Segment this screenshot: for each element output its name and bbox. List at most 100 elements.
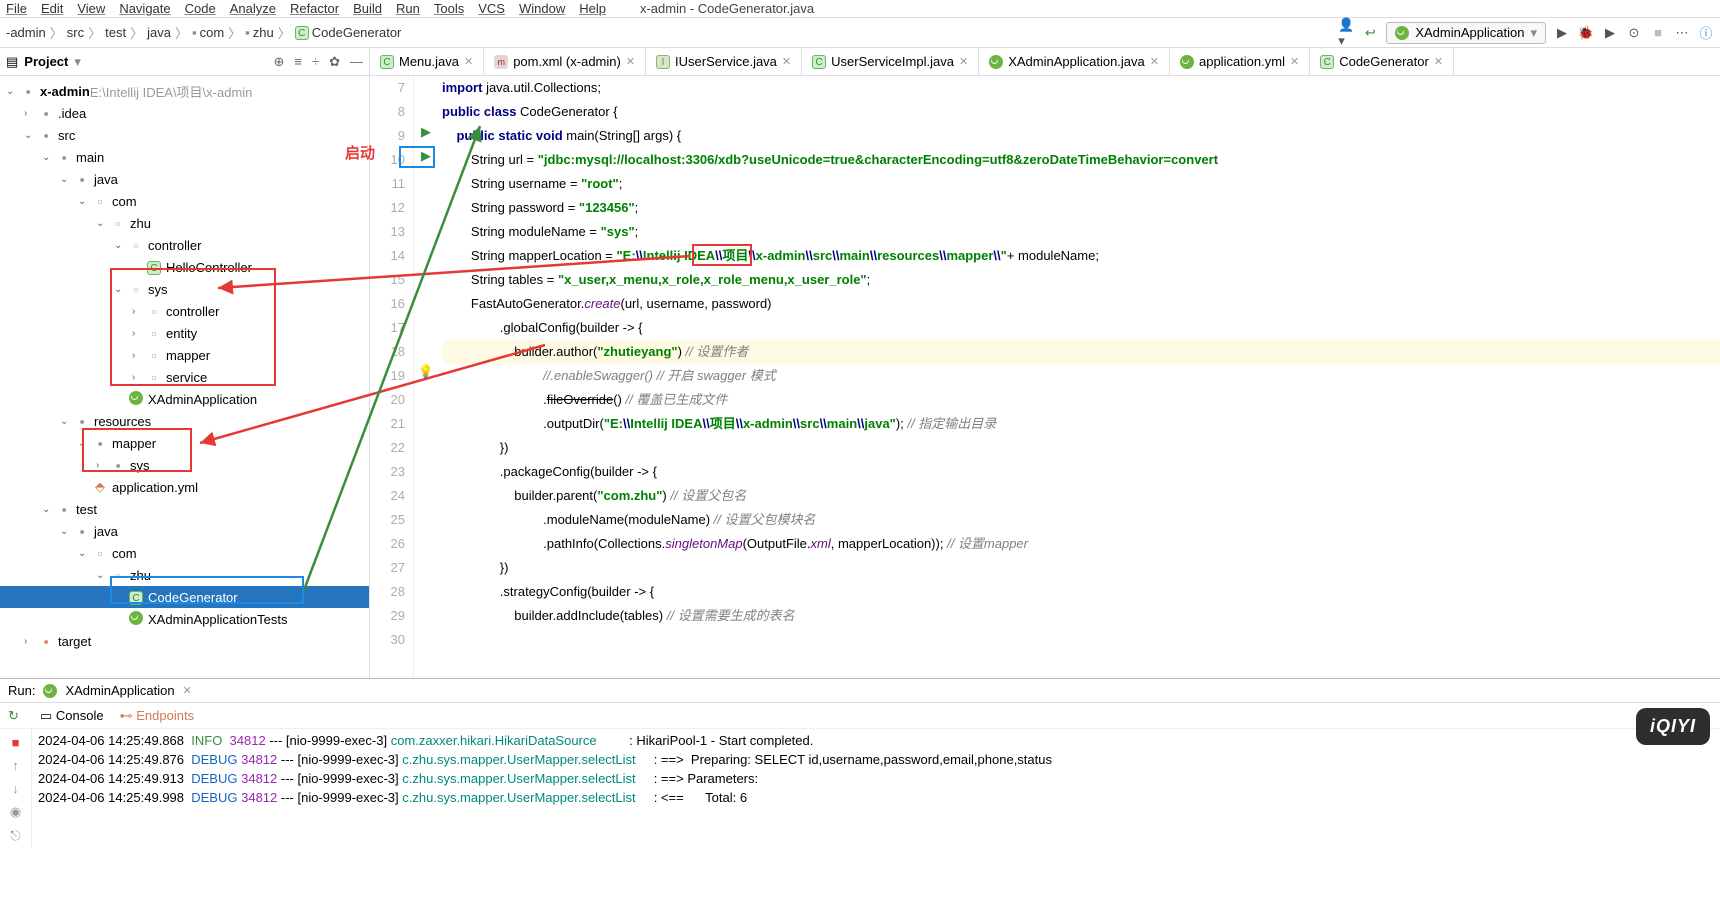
run-title: Run: [8, 683, 35, 698]
topbar: -admin〉src〉test〉java〉▪ com〉▪ zhu〉C CodeG… [0, 18, 1720, 48]
breadcrumb-item[interactable]: test [105, 25, 126, 40]
menu-code[interactable]: Code [185, 1, 216, 16]
menu-window[interactable]: Window [519, 1, 565, 16]
tree-item-mapper[interactable]: ›▫mapper [0, 344, 369, 366]
menu-edit[interactable]: Edit [41, 1, 63, 16]
menu-build[interactable]: Build [353, 1, 382, 16]
editor-tabs[interactable]: CMenu.java✕mpom.xml (x-admin)✕IIUserServ… [370, 48, 1720, 76]
breadcrumb-item[interactable]: java [147, 25, 171, 40]
tree-item-hellocontroller[interactable]: CHelloController [0, 256, 369, 278]
breadcrumb-item[interactable]: C CodeGenerator [295, 25, 402, 40]
collapse-icon[interactable]: ÷ [312, 54, 319, 69]
menubar: File Edit View Navigate Code Analyze Refactor B… [0, 0, 1720, 18]
tree-item-xadminapplicationtests[interactable]: XAdminApplicationTests [0, 608, 369, 630]
console-output[interactable]: 2024-04-06 14:25:49.868 INFO 34812 --- [… [32, 729, 1720, 848]
tree-item-java[interactable]: ⌄▪java [0, 520, 369, 542]
hide-icon[interactable]: — [350, 54, 363, 69]
search-icon[interactable]: ⓘ [1698, 25, 1714, 41]
more-icon[interactable]: ⋯ [1674, 25, 1690, 41]
close-icon[interactable]: ✕ [464, 55, 473, 68]
run-tab-label[interactable]: XAdminApplication [65, 683, 174, 698]
tab-application-yml[interactable]: application.yml✕ [1170, 48, 1310, 75]
select-opened-icon[interactable]: ⊕ [273, 54, 284, 70]
debug-icon[interactable]: 🐞 [1578, 25, 1594, 41]
tree-item-entity[interactable]: ›▫entity [0, 322, 369, 344]
tree-item-codegenerator[interactable]: CCodeGenerator [0, 586, 369, 608]
breadcrumb[interactable]: -admin〉src〉test〉java〉▪ com〉▪ zhu〉C CodeG… [6, 23, 401, 42]
menu-analyze[interactable]: Analyze [230, 1, 276, 16]
breadcrumb-item[interactable]: -admin [6, 25, 46, 40]
tab-menu-java[interactable]: CMenu.java✕ [370, 48, 484, 75]
menu-navigate[interactable]: Navigate [119, 1, 170, 16]
menu-vcs[interactable]: VCS [478, 1, 505, 16]
up-icon[interactable]: ↑ [12, 758, 19, 773]
back-icon[interactable]: ↩ [1362, 25, 1378, 41]
tree-item-resources[interactable]: ⌄▪resources [0, 410, 369, 432]
menu-refactor[interactable]: Refactor [290, 1, 339, 16]
tree-item-java[interactable]: ⌄▪java [0, 168, 369, 190]
tree-item-service[interactable]: ›▫service [0, 366, 369, 388]
tab-userserviceimpl-java[interactable]: CUserServiceImpl.java✕ [802, 48, 979, 75]
endpoints-tab[interactable]: ⊷ Endpoints [120, 708, 194, 724]
tab-xadminapplication-java[interactable]: XAdminApplication.java✕ [979, 48, 1170, 75]
tree-item-.idea[interactable]: ›▪.idea [0, 102, 369, 124]
stop-icon[interactable]: ■ [12, 735, 20, 750]
coverage-icon[interactable]: ▶ [1602, 25, 1618, 41]
chevron-down-icon[interactable]: ▾ [74, 54, 81, 70]
tree-root[interactable]: ⌄▪x-admin E:\Intellij IDEA\项目\x-admin [0, 80, 369, 102]
tree-item-application.yml[interactable]: ⬘application.yml [0, 476, 369, 498]
tree-item-controller[interactable]: ›▫controller [0, 300, 369, 322]
close-icon[interactable]: ✕ [959, 55, 968, 68]
menu-view[interactable]: View [77, 1, 105, 16]
expand-icon[interactable]: ≡ [294, 54, 302, 69]
console-tab[interactable]: ▭ Console [40, 708, 104, 724]
panel-header: ▤ Project ▾ ⊕ ≡ ÷ ✿ — [0, 48, 369, 76]
camera-icon[interactable]: ◉ [10, 804, 21, 820]
gear-icon[interactable]: ✿ [329, 54, 340, 70]
run-config-selector[interactable]: XAdminApplication ▾ [1386, 22, 1546, 44]
tree-item-com[interactable]: ⌄▫com [0, 542, 369, 564]
tab-pom-xml-x-admin-[interactable]: mpom.xml (x-admin)✕ [484, 48, 646, 75]
stop-icon[interactable]: ■ [1650, 25, 1666, 41]
tree-item-zhu[interactable]: ⌄▫zhu [0, 564, 369, 586]
tree-item-mapper[interactable]: ⌄▪mapper [0, 432, 369, 454]
code-area[interactable]: import java.util.Collections;public clas… [438, 76, 1720, 678]
run-icon[interactable]: ▶ [1554, 25, 1570, 41]
rerun-icon[interactable]: ↻ [8, 708, 19, 724]
tab-iuserservice-java[interactable]: IIUserService.java✕ [646, 48, 802, 75]
close-icon[interactable]: ✕ [782, 55, 791, 68]
close-icon[interactable]: ✕ [626, 55, 635, 68]
close-icon[interactable]: ✕ [183, 684, 192, 697]
breadcrumb-item[interactable]: src [67, 25, 84, 40]
tree-item-main[interactable]: ⌄▪main [0, 146, 369, 168]
gutter-icons: ▶▶💡 [414, 76, 438, 678]
tree-item-src[interactable]: ⌄▪src [0, 124, 369, 146]
tab-codegenerator[interactable]: CCodeGenerator✕ [1310, 48, 1454, 75]
close-icon[interactable]: ✕ [1434, 55, 1443, 68]
down-icon[interactable]: ↓ [12, 781, 19, 796]
tree-item-sys[interactable]: ›▪sys [0, 454, 369, 476]
tree-item-target[interactable]: ›▪target [0, 630, 369, 652]
breadcrumb-item[interactable]: ▪ com [192, 25, 224, 40]
tree-item-controller[interactable]: ⌄▫controller [0, 234, 369, 256]
tree-item-com[interactable]: ⌄▫com [0, 190, 369, 212]
profile-icon[interactable]: ⊙ [1626, 25, 1642, 41]
menu-run[interactable]: Run [396, 1, 420, 16]
user-icon[interactable]: 👤▾ [1338, 25, 1354, 41]
close-icon[interactable]: ✕ [1290, 55, 1299, 68]
run-header: Run: XAdminApplication ✕ [0, 679, 1720, 703]
breadcrumb-sep: 〉 [130, 23, 143, 42]
menu-tools[interactable]: Tools [434, 1, 464, 16]
tree-item-test[interactable]: ⌄▪test [0, 498, 369, 520]
menu-file[interactable]: File [6, 1, 27, 16]
project-tree[interactable]: ⌄▪x-admin E:\Intellij IDEA\项目\x-admin›▪.… [0, 76, 369, 678]
breadcrumb-item[interactable]: ▪ zhu [245, 25, 274, 40]
toolbar-right: 👤▾ ↩ XAdminApplication ▾ ▶ 🐞 ▶ ⊙ ■ ⋯ ⓘ [1338, 22, 1714, 44]
close-icon[interactable]: ✕ [1150, 55, 1159, 68]
exit-icon[interactable]: ⎋ [10, 828, 20, 844]
menu-help[interactable]: Help [579, 1, 606, 16]
tree-item-sys[interactable]: ⌄▫sys [0, 278, 369, 300]
tree-item-xadminapplication[interactable]: XAdminApplication [0, 388, 369, 410]
editor[interactable]: 7891011121314151617181920212223242526272… [370, 76, 1720, 678]
tree-item-zhu[interactable]: ⌄▫zhu [0, 212, 369, 234]
